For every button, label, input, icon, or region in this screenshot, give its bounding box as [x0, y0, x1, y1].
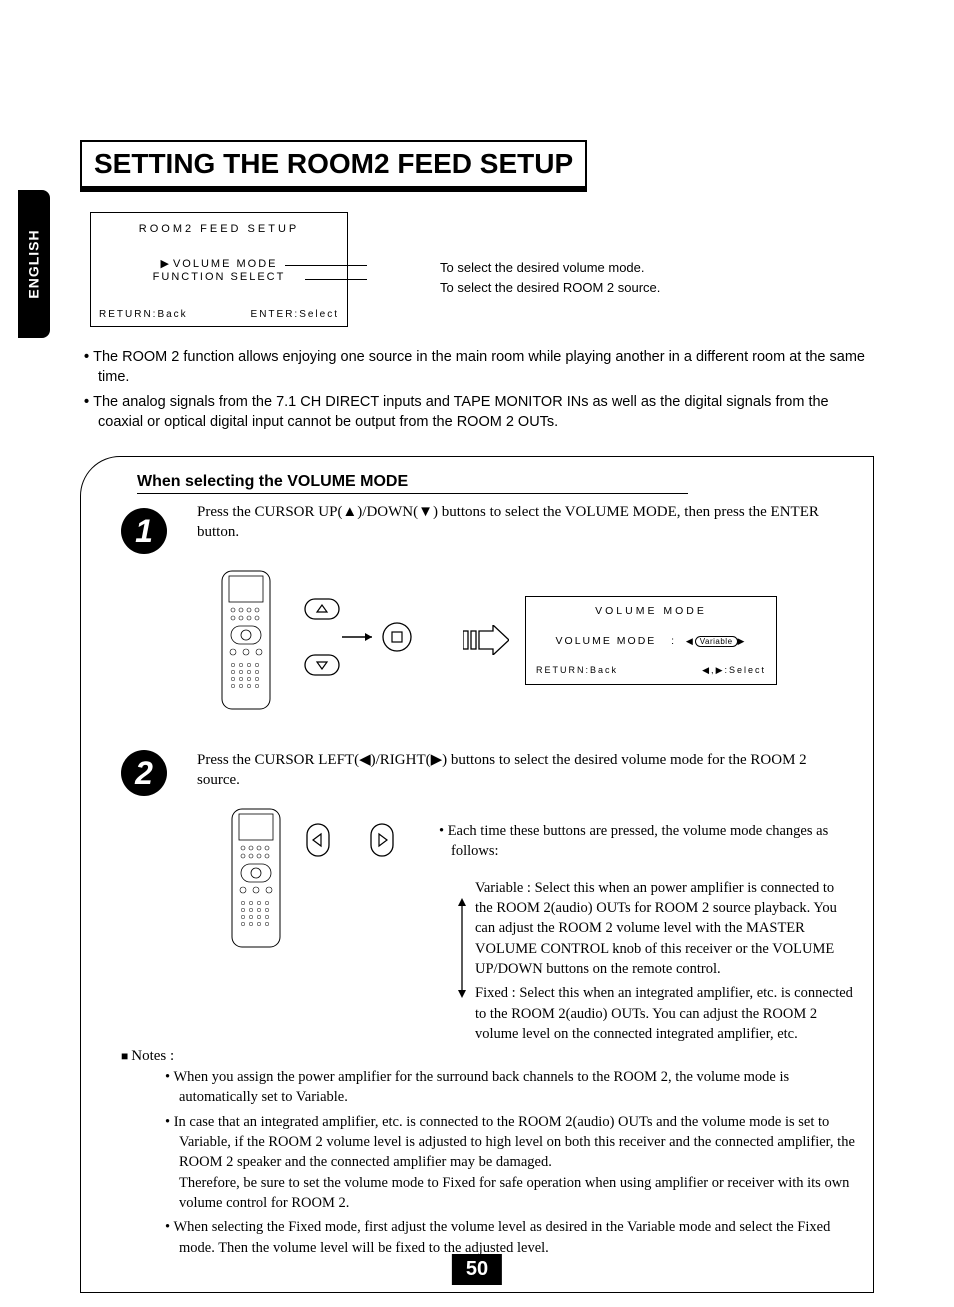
sequence-arrow-icon [463, 625, 509, 655]
intro-bullet: The ROOM 2 function allows enjoying one … [98, 347, 874, 388]
cursor-updown-enter-diagram [287, 595, 447, 685]
procedure-frame: When selecting the VOLUME MODE 1 Press t… [80, 456, 874, 1293]
osd2-title: VOLUME MODE [536, 605, 766, 617]
notes-heading: Notes : [121, 1048, 855, 1065]
osd2-select: ◀,▶:Select [702, 665, 766, 676]
osd2-return: RETURN:Back [536, 665, 618, 676]
cursor-leftright-diagram [301, 808, 411, 868]
triangle-right-icon: ▶ [738, 636, 747, 646]
note-item: When you assign the power amplifier for … [179, 1067, 855, 1108]
up-down-arrow-icon [455, 898, 469, 1004]
osd2-value-row: VOLUME MODE : ◀Variable▶ [536, 635, 766, 647]
triangle-left-icon: ◀ [686, 636, 695, 646]
callout-function-select: To select the desired ROOM 2 source. [440, 278, 660, 298]
step2-figure [231, 808, 411, 948]
value-pill: Variable [695, 636, 738, 647]
step1-figure-row: VOLUME MODE VOLUME MODE : ◀Variable▶ RET… [221, 570, 855, 710]
fixed-label: Fixed : [475, 985, 516, 1001]
remote-control-icon [221, 570, 271, 710]
manual-page: ENGLISH SETTING THE ROOM2 FEED SETUP ROO… [0, 0, 954, 1307]
osd-function-select-row: FUNCTION SELECT [99, 271, 339, 283]
step-number-2: 2 [121, 750, 167, 796]
sub-heading: When selecting the VOLUME MODE [137, 473, 688, 494]
remote-control-icon [231, 808, 281, 948]
note-item: When selecting the Fixed mode, first adj… [179, 1217, 855, 1258]
variable-label: Variable : [475, 880, 531, 896]
osd-enter-label: ENTER:Select [251, 309, 339, 320]
callout-volume-mode: To select the desired volume mode. [440, 258, 660, 278]
page-number: 50 [452, 1254, 502, 1285]
language-tab-label: ENGLISH [26, 229, 42, 298]
osd-volume-mode-row: ▶VOLUME MODE [99, 257, 339, 270]
note-item: In case that an integrated amplifier, et… [179, 1112, 855, 1213]
leader-line [305, 279, 367, 280]
fixed-desc: Select this when an integrated amplifier… [475, 985, 853, 1042]
cursor-right-icon: ▶ [161, 258, 171, 270]
section-title: SETTING THE ROOM2 FEED SETUP [80, 140, 587, 192]
osd-return-label: RETURN:Back [99, 309, 188, 320]
step2-text: Press the CURSOR LEFT(◀)/RIGHT(▶) button… [197, 750, 845, 791]
intro-bullets: The ROOM 2 function allows enjoying one … [80, 347, 874, 432]
osd-title: ROOM2 FEED SETUP [99, 223, 339, 235]
desc-bullet: Each time these buttons are pressed, the… [451, 821, 855, 862]
leader-line [285, 265, 367, 266]
intro-bullet: The analog signals from the 7.1 CH DIREC… [98, 392, 874, 433]
notes-list: When you assign the power amplifier for … [139, 1067, 855, 1258]
page-content: SETTING THE ROOM2 FEED SETUP ROOM2 FEED … [80, 140, 874, 1293]
step-number-1: 1 [121, 508, 167, 554]
language-tab: ENGLISH [18, 190, 50, 338]
step1-text: Press the CURSOR UP(▲)/DOWN(▼) buttons t… [197, 502, 845, 543]
step2-description: Each time these buttons are pressed, the… [437, 806, 855, 1044]
osd-room2-feed-setup: ROOM2 FEED SETUP ▶VOLUME MODE FUNCTION S… [90, 212, 348, 327]
osd-volume-mode-screen: VOLUME MODE VOLUME MODE : ◀Variable▶ RET… [525, 596, 777, 685]
